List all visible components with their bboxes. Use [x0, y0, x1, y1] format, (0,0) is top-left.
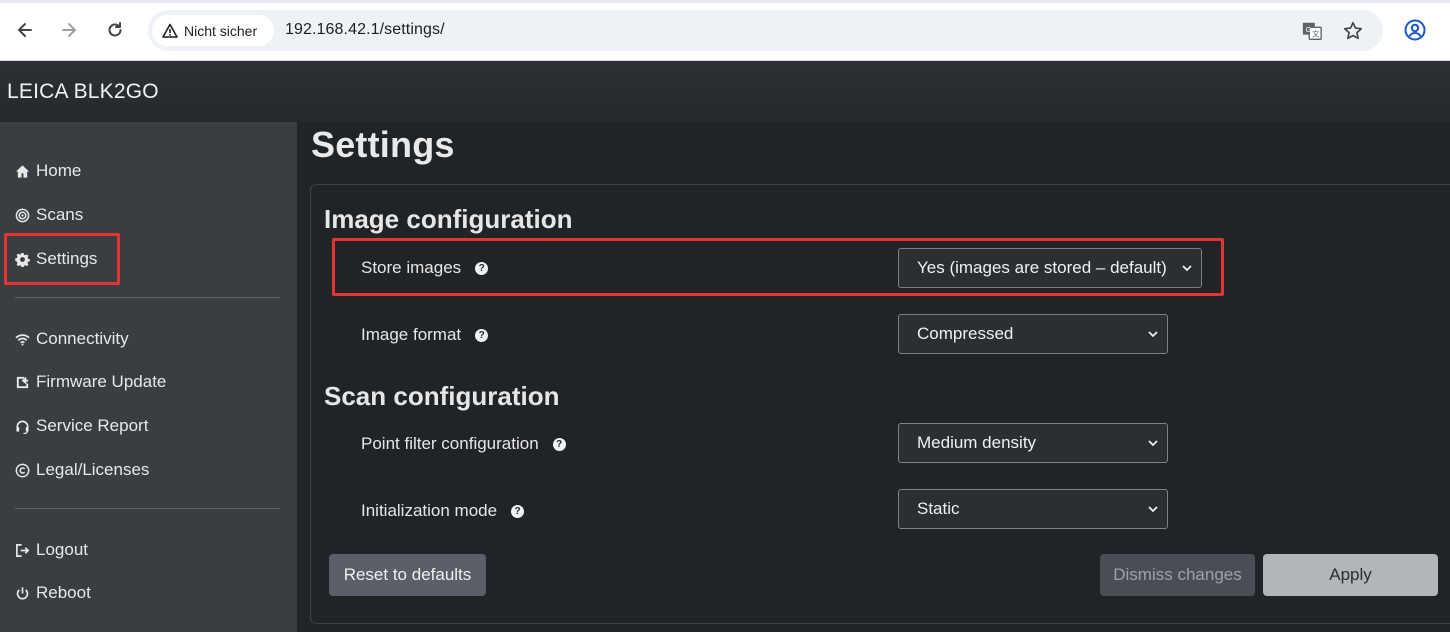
sidebar-item-service-report[interactable]: Service Report [15, 414, 148, 438]
profile-icon [1404, 19, 1426, 41]
forward-button[interactable] [56, 17, 82, 43]
profile-button[interactable] [1403, 18, 1427, 42]
logout-icon [16, 543, 30, 557]
initialization-mode-label-text: Initialization mode [361, 501, 498, 520]
headset-icon [16, 420, 29, 434]
apply-button[interactable]: Apply [1263, 554, 1438, 596]
reload-button[interactable] [102, 17, 128, 43]
star-icon [1343, 21, 1363, 40]
scans-icon [15, 208, 30, 222]
initialization-mode-value: Static [917, 499, 960, 518]
browser-toolbar: Nicht sicher 192.168.42.1/settings/ G文 [0, 0, 1450, 61]
image-format-value: Compressed [917, 324, 1014, 343]
sidebar-divider [15, 508, 280, 509]
sidebar-item-legal-licenses[interactable]: Legal/Licenses [15, 458, 149, 482]
sidebar-item-connectivity[interactable]: Connectivity [15, 327, 129, 351]
app-header: LEICA BLK2GO [0, 61, 1450, 122]
home-icon [15, 164, 30, 178]
svg-text:G: G [1306, 25, 1312, 34]
help-icon[interactable]: ? [475, 328, 489, 342]
sidebar-item-label: Reboot [36, 583, 91, 602]
page-title: Settings [311, 124, 455, 165]
point-filter-select[interactable]: Medium density [898, 423, 1168, 463]
sidebar-item-firmware-update[interactable]: Firmware Update [15, 370, 166, 394]
initialization-mode-select[interactable]: Static [898, 489, 1168, 529]
tab-strip-edge [0, 0, 1450, 3]
help-icon[interactable]: ? [552, 437, 566, 451]
sidebar-item-label: Home [36, 161, 82, 180]
app-title: LEICA BLK2GO [7, 80, 159, 103]
store-images-highlight-box [332, 238, 1224, 296]
scan-configuration-title: Scan configuration [324, 381, 560, 411]
image-format-select[interactable]: Compressed [898, 314, 1168, 354]
forward-arrow-icon [62, 23, 76, 37]
sidebar-divider [15, 297, 280, 298]
back-arrow-icon [18, 23, 32, 37]
bookmark-button[interactable] [1341, 19, 1365, 43]
sidebar: Home Scans Settings Connectivity Firmwar… [0, 122, 297, 632]
point-filter-label-text: Point filter configuration [361, 434, 539, 453]
point-filter-value: Medium density [917, 433, 1037, 452]
wifi-icon [15, 333, 30, 345]
sidebar-item-label: Logout [36, 540, 88, 559]
sidebar-item-label: Legal/Licenses [36, 460, 150, 479]
translate-icon: G文 [1302, 22, 1322, 40]
point-filter-label: Point filter configuration ? [361, 434, 566, 454]
initialization-mode-label: Initialization mode ? [361, 501, 525, 521]
help-icon[interactable]: ? [511, 504, 525, 518]
firmware-icon [16, 376, 29, 388]
image-configuration-title: Image configuration [324, 204, 573, 234]
sidebar-item-scans[interactable]: Scans [15, 203, 83, 227]
back-button[interactable] [12, 17, 38, 43]
settings-highlight-box [4, 233, 120, 285]
image-format-label: Image format ? [361, 325, 489, 345]
reload-icon [108, 22, 122, 37]
image-format-label-text: Image format [361, 325, 462, 344]
power-icon [16, 586, 29, 600]
sidebar-item-logout[interactable]: Logout [15, 538, 88, 562]
sidebar-item-label: Firmware Update [36, 372, 167, 391]
security-indicator[interactable]: Nicht sicher [152, 15, 274, 46]
warning-icon [162, 23, 178, 38]
sidebar-item-label: Connectivity [36, 329, 129, 348]
reset-to-defaults-button[interactable]: Reset to defaults [329, 554, 486, 596]
security-label: Nicht sicher [184, 22, 258, 39]
copyright-icon [15, 463, 30, 477]
sidebar-item-reboot[interactable]: Reboot [15, 581, 91, 605]
chevron-down-icon [1148, 331, 1158, 338]
sidebar-item-label: Scans [36, 205, 84, 224]
chevron-down-icon [1148, 440, 1158, 447]
sidebar-item-label: Service Report [36, 416, 149, 435]
sidebar-item-home[interactable]: Home [15, 159, 81, 183]
svg-text:文: 文 [1312, 30, 1320, 39]
url-text[interactable]: 192.168.42.1/settings/ [285, 21, 445, 39]
translate-button[interactable]: G文 [1300, 19, 1324, 43]
chevron-down-icon [1148, 506, 1158, 513]
dismiss-changes-button[interactable]: Dismiss changes [1100, 554, 1255, 596]
address-bar[interactable]: Nicht sicher 192.168.42.1/settings/ G文 [148, 10, 1383, 51]
